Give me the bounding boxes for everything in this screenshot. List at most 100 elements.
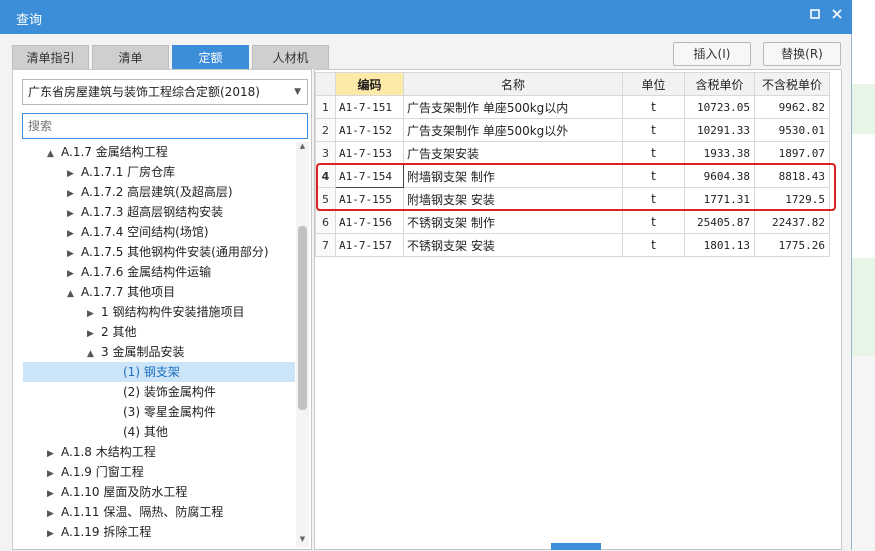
collapse-toggle-icon[interactable]: ▲ — [87, 344, 101, 364]
cell-name[interactable]: 不锈钢支架 制作 — [403, 210, 623, 234]
expand-toggle-icon[interactable]: ▶ — [67, 184, 81, 204]
collapse-toggle-icon[interactable]: ▲ — [47, 144, 61, 164]
cell-tax-price[interactable]: 1771.31 — [684, 187, 755, 211]
expand-toggle-icon[interactable]: ▶ — [47, 464, 61, 484]
expand-toggle-icon[interactable]: ▶ — [47, 504, 61, 524]
cell-code[interactable]: A1-7-152 — [335, 118, 404, 142]
column-header-notax-price[interactable]: 不含税单价 — [754, 72, 830, 96]
cell-notax-price[interactable]: 9962.82 — [754, 95, 830, 119]
quota-library-select[interactable]: 广东省房屋建筑与装饰工程综合定额(2018) ▼ — [22, 79, 308, 105]
tree-node[interactable]: ▶ A.1.8 木结构工程 — [47, 442, 156, 462]
tree-node[interactable]: ▶ A.1.7.4 空间结构(场馆) — [67, 222, 209, 242]
tree-node[interactable]: ▲ A.1.7 金属结构工程 — [47, 142, 168, 162]
tree-node[interactable]: ▶ A.1.7.3 超高层钢结构安装 — [67, 202, 223, 222]
cell-tax-price[interactable]: 25405.87 — [684, 210, 755, 234]
cell-code[interactable]: A1-7-155 — [335, 187, 404, 211]
tree-node[interactable]: ▲ 3 金属制品安装 — [87, 342, 184, 362]
background-app-strip — [852, 0, 875, 84]
cell-tax-price[interactable]: 10723.05 — [684, 95, 755, 119]
tree-node[interactable]: ▲ A.1.7.7 其他项目 — [67, 282, 175, 302]
insert-button[interactable]: 插入(I) — [673, 42, 751, 66]
cell-unit[interactable]: t — [622, 187, 685, 211]
tab-resources[interactable]: 人材机 — [252, 45, 329, 69]
cell-notax-price[interactable]: 22437.82 — [754, 210, 830, 234]
collapse-toggle-icon[interactable]: ▲ — [67, 284, 81, 304]
cell-name[interactable]: 附墙钢支架 安装 — [403, 187, 623, 211]
cell-notax-price[interactable]: 9530.01 — [754, 118, 830, 142]
cell-unit[interactable]: t — [622, 164, 685, 188]
tree-node[interactable]: ▶ A.1.11 保温、隔热、防腐工程 — [47, 502, 223, 522]
tree-node[interactable]: (4) 其他 — [123, 422, 168, 442]
cell-code[interactable]: A1-7-153 — [335, 141, 404, 165]
cell-tax-price[interactable]: 1801.13 — [684, 233, 755, 257]
replace-button[interactable]: 替换(R) — [763, 42, 841, 66]
table-row[interactable]: 3 A1-7-153 广告支架安装 t 1933.38 1897.07 — [315, 141, 830, 165]
column-header-unit[interactable]: 单位 — [622, 72, 685, 96]
tree-node[interactable]: ▶ A.1.9 门窗工程 — [47, 462, 144, 482]
cell-unit[interactable]: t — [622, 233, 685, 257]
column-header-tax-price[interactable]: 含税单价 — [684, 72, 755, 96]
expand-toggle-icon[interactable]: ▶ — [67, 164, 81, 184]
scroll-up-icon[interactable]: ▲ — [296, 142, 309, 154]
expand-toggle-icon[interactable]: ▶ — [67, 224, 81, 244]
cell-tax-price[interactable]: 1933.38 — [684, 141, 755, 165]
expand-toggle-icon[interactable]: ▶ — [87, 324, 101, 344]
expand-toggle-icon[interactable]: ▶ — [67, 244, 81, 264]
tree-node[interactable]: ▶ 1 钢结构构件安装措施项目 — [87, 302, 244, 322]
cell-name[interactable]: 广告支架制作 单座500kg以内 — [403, 95, 623, 119]
expand-toggle-icon[interactable]: ▶ — [67, 204, 81, 224]
close-icon[interactable] — [829, 8, 845, 24]
table-row[interactable]: 6 A1-7-156 不锈钢支架 制作 t 25405.87 22437.82 — [315, 210, 830, 234]
column-header-code[interactable]: 编码 — [335, 72, 404, 96]
cell-unit[interactable]: t — [622, 141, 685, 165]
tab-bill-guide[interactable]: 清单指引 — [12, 45, 89, 69]
expand-toggle-icon[interactable]: ▶ — [87, 304, 101, 324]
expand-toggle-icon[interactable]: ▶ — [67, 264, 81, 284]
cell-unit[interactable]: t — [622, 95, 685, 119]
cell-notax-price[interactable]: 8818.43 — [754, 164, 830, 188]
table-row[interactable]: 2 A1-7-152 广告支架制作 单座500kg以外 t 10291.33 9… — [315, 118, 830, 142]
tree-node[interactable]: ▶ 2 其他 — [87, 322, 136, 342]
cell-unit[interactable]: t — [622, 210, 685, 234]
scrollbar-thumb[interactable] — [298, 226, 307, 410]
tree-node[interactable]: ▶ A.1.7.5 其他钢构件安装(通用部分) — [67, 242, 269, 262]
tree-node[interactable]: (2) 装饰金属构件 — [123, 382, 216, 402]
cell-tax-price[interactable]: 10291.33 — [684, 118, 755, 142]
cell-code[interactable]: A1-7-154 — [335, 164, 404, 188]
tab-quota[interactable]: 定额 — [172, 45, 249, 69]
tree-node[interactable]: ▶ A.1.7.2 高层建筑(及超高层) — [67, 182, 233, 202]
tree-node-label: A.1.7.1 厂房仓库 — [81, 165, 176, 179]
cell-name[interactable]: 不锈钢支架 安装 — [403, 233, 623, 257]
table-row[interactable]: 7 A1-7-157 不锈钢支架 安装 t 1801.13 1775.26 — [315, 233, 830, 257]
table-row[interactable]: 1 A1-7-151 广告支架制作 单座500kg以内 t 10723.05 9… — [315, 95, 830, 119]
tree-scrollbar[interactable]: ▲ ▼ — [296, 142, 309, 547]
panel-splitter-handle[interactable] — [551, 543, 601, 550]
expand-toggle-icon[interactable]: ▶ — [47, 484, 61, 504]
table-row-focused[interactable]: 4 A1-7-154 附墙钢支架 制作 t 9604.38 8818.43 — [315, 164, 830, 188]
cell-code[interactable]: A1-7-151 — [335, 95, 404, 119]
column-header-name[interactable]: 名称 — [403, 72, 623, 96]
tab-bill[interactable]: 清单 — [92, 45, 169, 69]
tree-node[interactable]: (3) 零星金属构件 — [123, 402, 216, 422]
cell-name[interactable]: 附墙钢支架 制作 — [403, 164, 623, 188]
search-input[interactable] — [22, 113, 308, 139]
tree-node[interactable]: ▶ A.1.19 拆除工程 — [47, 522, 151, 542]
cell-unit[interactable]: t — [622, 118, 685, 142]
cell-name[interactable]: 广告支架制作 单座500kg以外 — [403, 118, 623, 142]
tree-node[interactable]: ▶ A.1.7.6 金属结构件运输 — [67, 262, 211, 282]
tree-node[interactable]: ▶ A.1.7.1 厂房仓库 — [67, 162, 175, 182]
tree-node-selected[interactable]: (1) 钢支架 — [23, 362, 295, 382]
maximize-icon[interactable] — [807, 8, 823, 24]
cell-code[interactable]: A1-7-157 — [335, 233, 404, 257]
tree-node[interactable]: ▶ A.1.10 屋面及防水工程 — [47, 482, 187, 502]
cell-notax-price[interactable]: 1775.26 — [754, 233, 830, 257]
cell-tax-price[interactable]: 9604.38 — [684, 164, 755, 188]
expand-toggle-icon[interactable]: ▶ — [47, 524, 61, 544]
cell-code[interactable]: A1-7-156 — [335, 210, 404, 234]
cell-notax-price[interactable]: 1897.07 — [754, 141, 830, 165]
table-row[interactable]: 5 A1-7-155 附墙钢支架 安装 t 1771.31 1729.5 — [315, 187, 830, 211]
scroll-down-icon[interactable]: ▼ — [296, 535, 309, 547]
cell-notax-price[interactable]: 1729.5 — [754, 187, 830, 211]
expand-toggle-icon[interactable]: ▶ — [47, 444, 61, 464]
cell-name[interactable]: 广告支架安装 — [403, 141, 623, 165]
